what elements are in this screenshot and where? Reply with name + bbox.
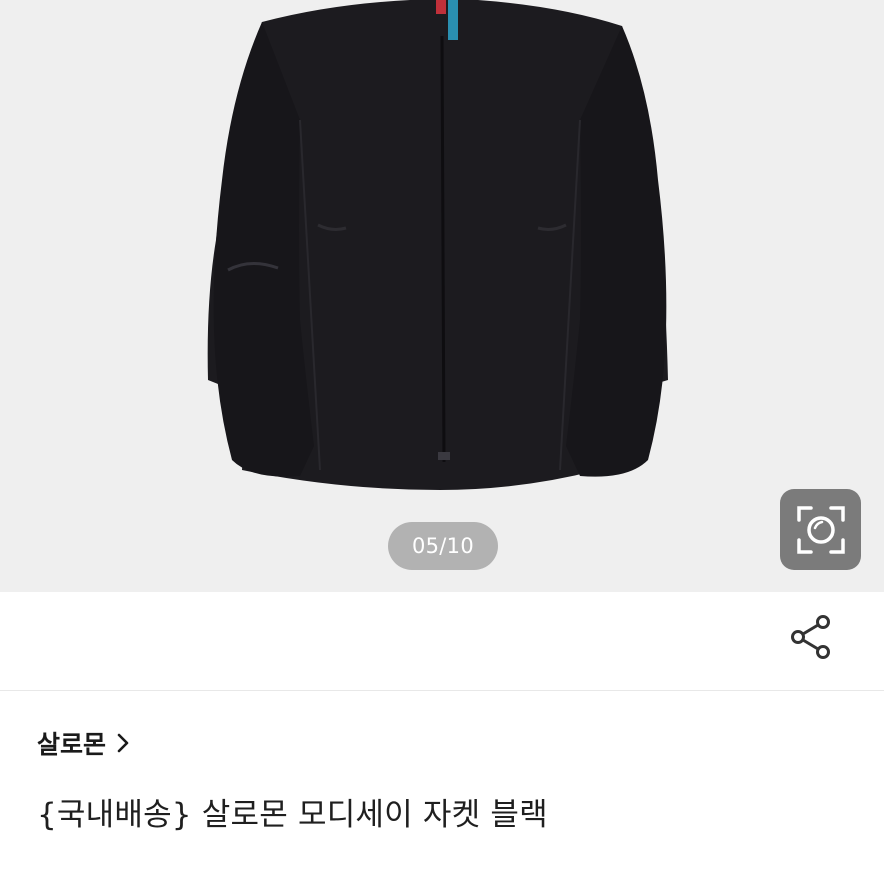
camera-lens-icon: [796, 505, 845, 554]
image-gallery[interactable]: 05/10: [0, 0, 884, 592]
product-detail-page: 05/10 살로몬 {국내배송} 살로몬 모디세이 자켓 블랙: [0, 0, 884, 884]
brand-name: 살로몬: [37, 730, 107, 759]
image-search-button[interactable]: [780, 489, 861, 570]
product-title: {국내배송} 살로몬 모디세이 자켓 블랙: [37, 797, 548, 833]
action-bar: [0, 592, 884, 691]
product-image: [0, 0, 884, 592]
product-info: 살로몬 {국내배송} 살로몬 모디세이 자켓 블랙: [0, 691, 884, 884]
brand-link[interactable]: 살로몬: [37, 725, 130, 761]
chevron-right-icon: [117, 733, 129, 753]
share-button[interactable]: [786, 612, 836, 662]
share-icon: [791, 615, 830, 659]
image-counter: 05/10: [388, 522, 498, 570]
